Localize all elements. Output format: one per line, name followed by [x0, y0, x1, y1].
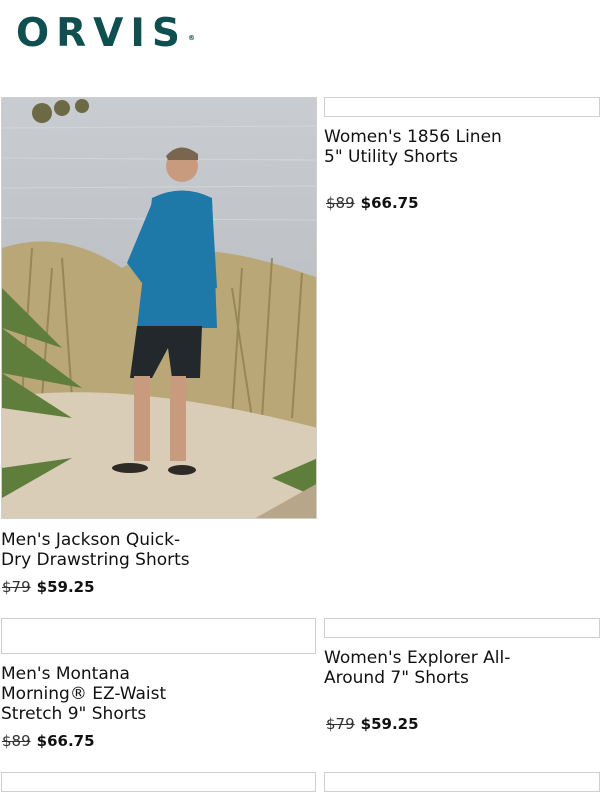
product-name-line: Men's Montana: [1, 664, 130, 684]
original-price: $79: [2, 578, 31, 596]
product-name-line: Stretch 9" Shorts: [1, 704, 147, 724]
product-name-line: Around 7" Shorts: [324, 668, 469, 688]
product-name-line: Men's Jackson Quick-: [1, 530, 181, 550]
logo-text: ORVIS: [16, 11, 187, 56]
product-image-placeholder-3[interactable]: [1, 618, 316, 654]
product-image-placeholder-5[interactable]: [1, 772, 316, 792]
sale-price: $59.25: [360, 715, 419, 733]
product-name-2[interactable]: Women's 1856 Linen 5" Utility Shorts: [324, 127, 594, 167]
product-image-mens-jackson-shorts[interactable]: [1, 97, 317, 519]
site-header: ORVIS ®: [0, 0, 600, 70]
product-name-line: Women's 1856 Linen: [324, 127, 502, 147]
product-image-placeholder-6[interactable]: [324, 772, 600, 792]
product-name-line: Morning® EZ-Waist: [1, 684, 167, 704]
sale-price: $59.25: [36, 578, 95, 596]
registered-mark: ®: [187, 34, 195, 42]
product-name-line: 5" Utility Shorts: [324, 147, 458, 167]
orvis-logo[interactable]: ORVIS ®: [16, 11, 195, 56]
product-price-4: $79 $59.25: [326, 714, 419, 734]
product-name-line: Women's Explorer All-: [324, 648, 511, 668]
product-price-2: $89 $66.75: [326, 193, 419, 213]
product-name-1[interactable]: Men's Jackson Quick- Dry Drawstring Shor…: [1, 530, 301, 570]
original-price: $89: [326, 194, 355, 212]
product-name-4[interactable]: Women's Explorer All- Around 7" Shorts: [324, 648, 594, 688]
original-price: $89: [2, 732, 31, 750]
product-price-1: $79 $59.25: [2, 577, 95, 597]
model-photo: [2, 98, 316, 518]
sale-price: $66.75: [360, 194, 419, 212]
sale-price: $66.75: [36, 732, 95, 750]
product-image-placeholder-2[interactable]: [324, 97, 600, 117]
original-price: $79: [326, 715, 355, 733]
product-price-3: $89 $66.75: [2, 731, 95, 751]
product-image-placeholder-4[interactable]: [324, 618, 600, 638]
product-name-3[interactable]: Men's Montana Morning® EZ-Waist Stretch …: [1, 664, 301, 724]
product-name-line: Dry Drawstring Shorts: [1, 550, 190, 570]
